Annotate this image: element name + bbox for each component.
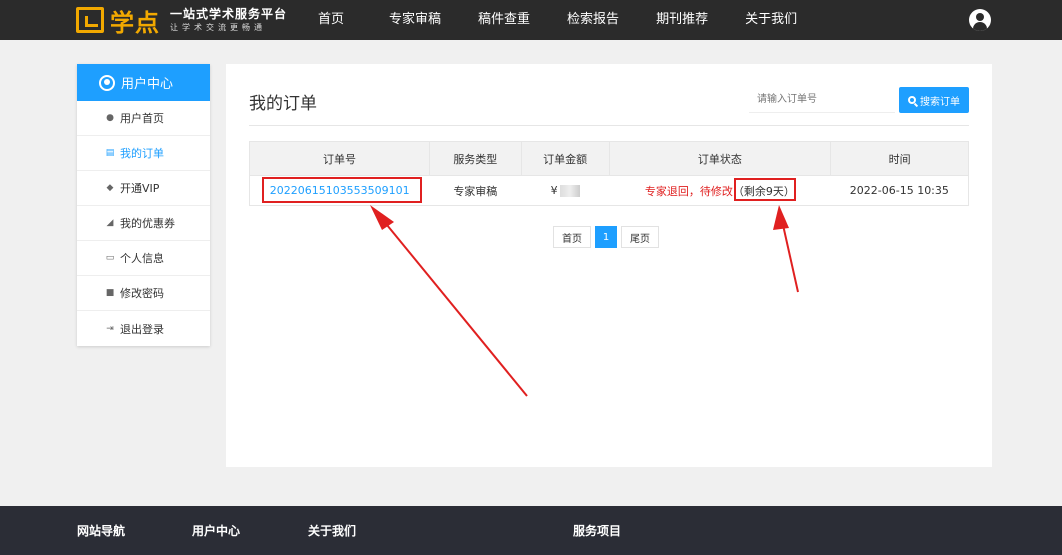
- top-navbar: 学点 一站式学术服务平台 让学术交流更畅通 首页 专家审稿 稿件查重 检索报告 …: [0, 0, 1062, 40]
- id-card-icon: ▭: [105, 253, 115, 263]
- pager-last[interactable]: 尾页: [621, 226, 659, 248]
- lock-icon: ■: [105, 288, 115, 298]
- main-nav: 首页 专家审稿 稿件查重 检索报告 期刊推荐 关于我们: [318, 0, 834, 40]
- order-search-input[interactable]: [749, 87, 895, 113]
- status-text: 专家退回，待修改: [644, 184, 733, 198]
- sidebar-item-my-orders[interactable]: ▤ 我的订单: [77, 136, 210, 171]
- footer-about: 关于我们: [308, 524, 357, 538]
- sidebar-item-label: 退出登录: [120, 322, 164, 336]
- nav-journal-recommend[interactable]: 期刊推荐: [656, 0, 708, 40]
- pager-first[interactable]: 首页: [553, 226, 591, 248]
- sidebar-item-vip[interactable]: ◆ 开通VIP: [77, 171, 210, 206]
- status-cell: 专家退回，待修改（剩余9天）: [609, 175, 831, 206]
- logout-icon: ⇥: [106, 323, 114, 334]
- sidebar-item-user-home[interactable]: ● 用户首页: [77, 101, 210, 136]
- footer-site-nav: 网站导航: [77, 524, 126, 538]
- sidebar-item-label: 我的优惠券: [120, 217, 175, 230]
- nav-about[interactable]: 关于我们: [745, 0, 797, 40]
- sidebar-item-label: 我的订单: [120, 147, 164, 160]
- logo-name: 学点: [110, 8, 160, 37]
- annotation-box-remaining: [734, 178, 796, 201]
- user-center-sidebar: 用户中心 ● 用户首页 ▤ 我的订单 ◆ 开通VIP ◢ 我的优惠券 ▭ 个人信…: [77, 64, 210, 346]
- col-amount: 订单金额: [520, 141, 610, 176]
- col-time: 时间: [830, 141, 969, 176]
- user-circle-icon[interactable]: [969, 9, 991, 31]
- sidebar-item-label: 用户首页: [120, 112, 164, 125]
- table-header-row: 订单号 服务类型 订单金额 订单状态 时间: [249, 141, 969, 176]
- sidebar-item-profile[interactable]: ▭ 个人信息: [77, 241, 210, 276]
- title-divider: [249, 125, 969, 126]
- amount-prefix: ¥: [550, 184, 558, 197]
- tag-icon: ◢: [106, 218, 114, 228]
- search-order-button[interactable]: 搜索订单: [899, 87, 969, 113]
- page-title: 我的订单: [249, 94, 317, 114]
- time-cell: 2022-06-15 10:35: [830, 175, 969, 206]
- nav-expert-review[interactable]: 专家审稿: [389, 0, 441, 40]
- sidebar-item-coupons[interactable]: ◢ 我的优惠券: [77, 206, 210, 241]
- sidebar-item-logout[interactable]: ⇥ 退出登录: [77, 311, 210, 346]
- logo-slogan: 一站式学术服务平台: [170, 7, 288, 21]
- annotation-box-order-no: [262, 177, 422, 203]
- sidebar-item-label: 开通VIP: [120, 182, 160, 195]
- footer-services: 服务项目: [573, 524, 622, 538]
- amount-redacted: [559, 185, 580, 197]
- service-type-cell: 专家审稿: [429, 175, 522, 206]
- logo-subslogan: 让学术交流更畅通: [170, 23, 266, 32]
- footer-user-center: 用户中心: [192, 524, 241, 538]
- pager-current[interactable]: 1: [595, 226, 617, 248]
- pagination: 首页 1 尾页: [553, 226, 663, 248]
- sidebar-item-label: 个人信息: [120, 252, 164, 265]
- sidebar-item-label: 修改密码: [120, 287, 164, 300]
- user-circle-icon: [99, 74, 115, 91]
- amount-cell: ¥: [521, 175, 610, 206]
- orders-panel: 我的订单 搜索订单 订单号 服务类型 订单金额 订单状态 时间 20220615…: [226, 64, 992, 467]
- sidebar-item-change-password[interactable]: ■ 修改密码: [77, 276, 210, 311]
- search-button-label: 搜索订单: [920, 96, 960, 108]
- site-logo[interactable]: 学点 一站式学术服务平台 让学术交流更畅通: [76, 5, 288, 37]
- sidebar-title: 用户中心: [121, 77, 174, 92]
- nav-search-report[interactable]: 检索报告: [567, 0, 619, 40]
- user-icon: ●: [106, 113, 114, 123]
- nav-home[interactable]: 首页: [318, 0, 344, 40]
- col-order-no: 订单号: [249, 141, 430, 176]
- logo-mark-icon: [76, 7, 104, 33]
- sidebar-header: 用户中心: [77, 64, 210, 101]
- search-icon: [908, 96, 916, 104]
- nav-plagiarism-check[interactable]: 稿件查重: [478, 0, 530, 40]
- col-service-type: 服务类型: [428, 141, 522, 176]
- diamond-icon: ◆: [106, 183, 114, 193]
- document-icon: ▤: [105, 148, 115, 158]
- site-footer: 网站导航 用户中心 关于我们 服务项目: [0, 506, 1062, 555]
- col-status: 订单状态: [608, 141, 832, 176]
